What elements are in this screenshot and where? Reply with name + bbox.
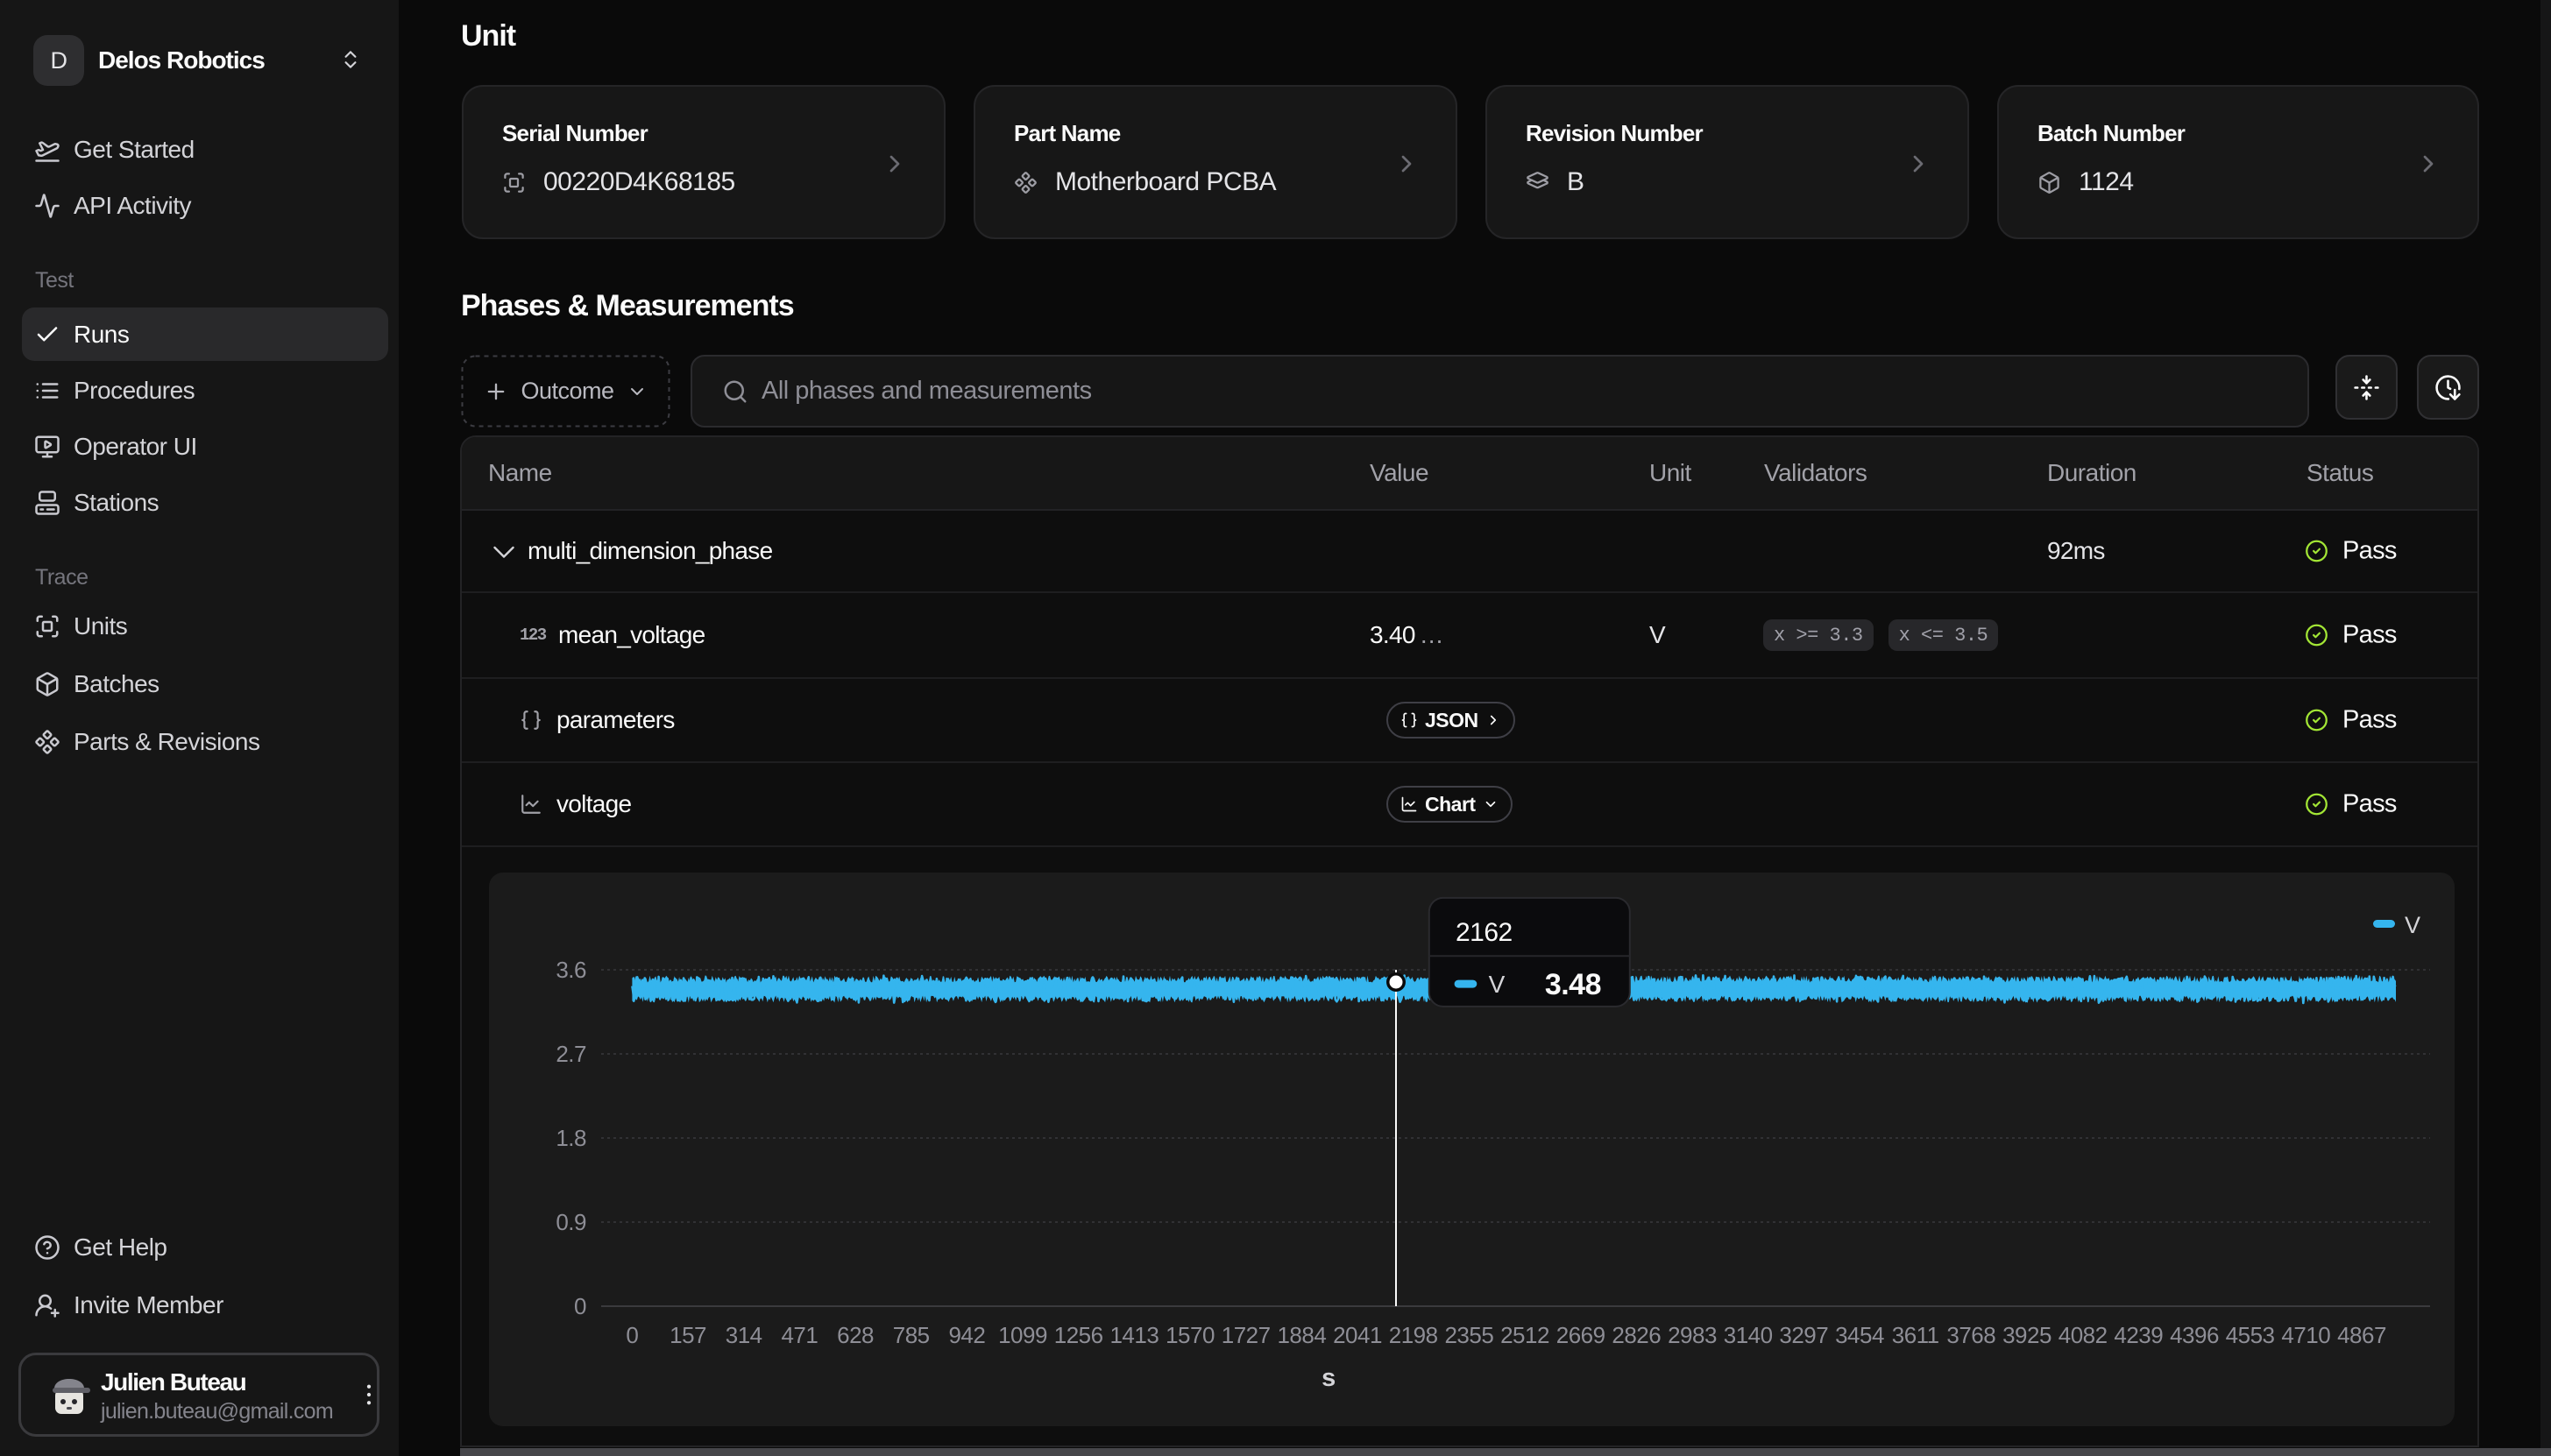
svg-text:471: 471 (781, 1322, 818, 1348)
svg-text:0.9: 0.9 (556, 1209, 586, 1235)
svg-text:3.48: 3.48 (1545, 968, 1601, 1001)
svg-text:942: 942 (948, 1322, 985, 1348)
svg-text:1727: 1727 (1222, 1322, 1271, 1348)
svg-text:1.8: 1.8 (556, 1125, 586, 1151)
svg-text:1884: 1884 (1277, 1322, 1326, 1348)
svg-text:1413: 1413 (1109, 1322, 1159, 1348)
svg-text:3.6: 3.6 (556, 957, 586, 983)
svg-text:157: 157 (670, 1322, 706, 1348)
svg-text:0: 0 (574, 1293, 586, 1319)
svg-text:4710: 4710 (2281, 1322, 2330, 1348)
svg-text:V: V (2405, 912, 2420, 938)
svg-text:3925: 3925 (2002, 1322, 2051, 1348)
svg-text:785: 785 (893, 1322, 930, 1348)
svg-text:4082: 4082 (2059, 1322, 2108, 1348)
svg-text:3297: 3297 (1779, 1322, 1828, 1348)
svg-text:1570: 1570 (1166, 1322, 1215, 1348)
svg-text:3140: 3140 (1724, 1322, 1773, 1348)
svg-text:2.7: 2.7 (556, 1041, 586, 1067)
svg-text:2198: 2198 (1389, 1322, 1438, 1348)
svg-text:3454: 3454 (1835, 1322, 1884, 1348)
svg-text:4239: 4239 (2114, 1322, 2163, 1348)
svg-text:0: 0 (626, 1322, 638, 1348)
svg-text:4553: 4553 (2226, 1322, 2275, 1348)
svg-text:s: s (1322, 1364, 1336, 1392)
svg-text:1099: 1099 (998, 1322, 1047, 1348)
svg-text:628: 628 (837, 1322, 874, 1348)
svg-text:2826: 2826 (1612, 1322, 1661, 1348)
svg-text:3611: 3611 (1892, 1322, 1939, 1348)
svg-text:2162: 2162 (1456, 918, 1513, 947)
svg-text:2355: 2355 (1444, 1322, 1493, 1348)
svg-text:2512: 2512 (1500, 1322, 1549, 1348)
svg-text:4396: 4396 (2170, 1322, 2219, 1348)
svg-text:2669: 2669 (1556, 1322, 1605, 1348)
svg-text:V: V (1489, 971, 1506, 998)
svg-text:2041: 2041 (1333, 1322, 1382, 1348)
svg-text:4867: 4867 (2337, 1322, 2386, 1348)
svg-text:1256: 1256 (1054, 1322, 1103, 1348)
svg-text:314: 314 (726, 1322, 762, 1348)
svg-text:2983: 2983 (1668, 1322, 1717, 1348)
svg-text:3768: 3768 (1946, 1322, 1995, 1348)
